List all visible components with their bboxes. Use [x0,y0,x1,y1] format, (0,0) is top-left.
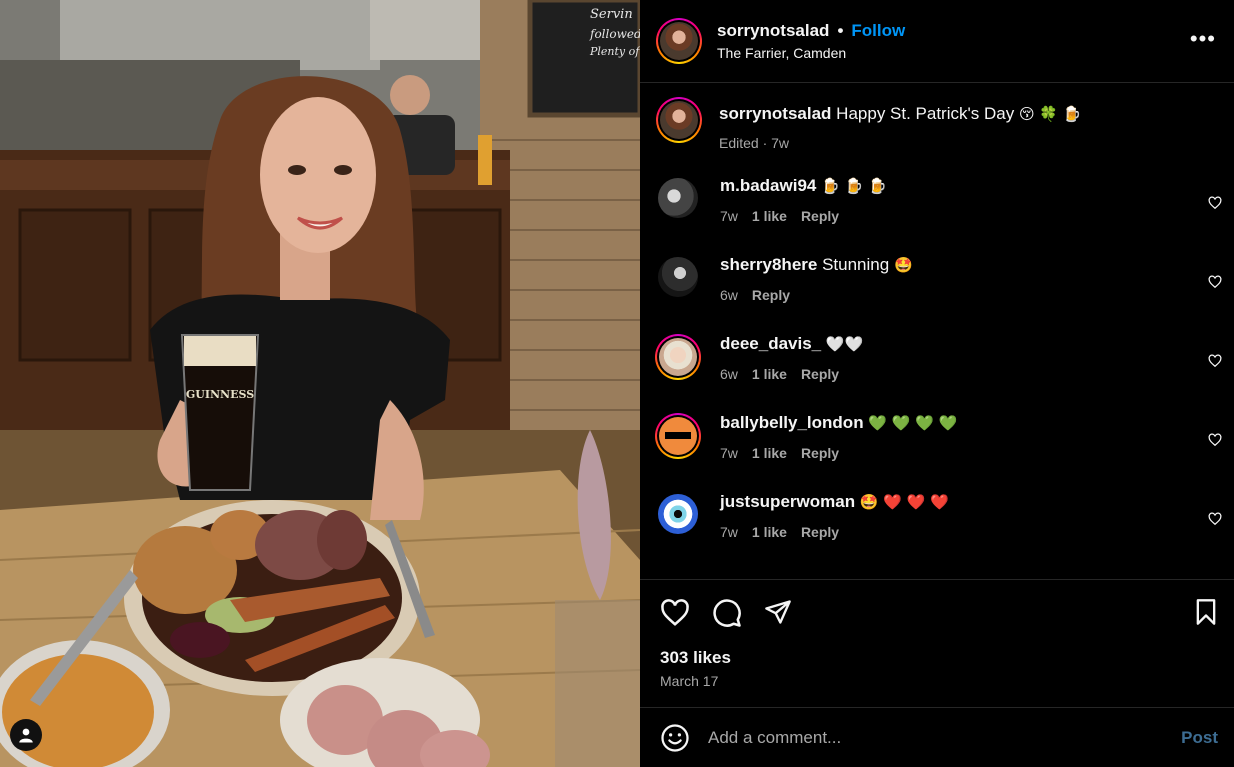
caption-emojis: 😚 🍀 🍺 [1018,105,1082,123]
comment-emojis: 💚 💚 💚 💚 [868,414,958,432]
comment-item: deee_davis_ 🤍🤍 6w 1 like Reply [640,320,1234,399]
comment-time: 6w [720,287,738,303]
comment-emojis: 🤩 [893,256,913,274]
comment-username[interactable]: deee_davis_ [720,334,821,353]
comment-likes[interactable]: 1 like [752,208,787,224]
like-comment-heart-icon[interactable] [1208,512,1222,526]
comment-likes[interactable]: 1 like [752,445,787,461]
reply-button[interactable]: Reply [752,287,790,303]
reply-button[interactable]: Reply [801,366,839,382]
save-bookmark-icon[interactable] [1192,598,1220,626]
caption-text: Happy St. Patrick's Day [836,104,1015,123]
comment-time: 7w [720,208,738,224]
caption-author-avatar[interactable] [656,97,702,143]
post-comment-button[interactable]: Post [1181,728,1218,748]
tagged-users-button[interactable] [10,719,42,751]
post-actions: 303 likes March 17 [640,579,1234,707]
post-header: sorrynotsalad • Follow The Farrier, Camd… [640,0,1234,83]
comment-likes[interactable]: 1 like [752,524,787,540]
follow-button[interactable]: Follow [851,21,905,41]
comment-username[interactable]: ballybelly_london [720,413,864,432]
caption-meta: Edited · 7w [719,135,790,151]
comment-emojis: 🍺 🍺 🍺 [821,177,887,195]
like-comment-heart-icon[interactable] [1208,196,1222,210]
author-username[interactable]: sorrynotsalad [717,21,829,41]
comments-list[interactable]: sorrynotsalad Happy St. Patrick's Day 😚 … [640,83,1234,579]
commenter-avatar[interactable] [655,413,701,459]
share-icon[interactable] [764,598,792,626]
comment-username[interactable]: m.badawi94 [720,176,816,195]
comment-likes[interactable]: 1 like [752,366,787,382]
reply-button[interactable]: Reply [801,524,839,540]
user-icon [19,728,33,743]
svg-text:GUINNESS: GUINNESS [186,388,254,401]
comment-item: ballybelly_london 💚 💚 💚 💚 7w 1 like Repl… [640,399,1234,478]
svg-text:followed By: followed By [589,27,640,41]
comment-time: 6w [720,366,738,382]
commenter-avatar[interactable] [658,178,698,218]
post-location[interactable]: The Farrier, Camden [717,45,905,61]
like-heart-icon[interactable] [660,598,690,628]
comment-composer: Post [640,707,1234,767]
comment-text: Stunning [822,255,890,274]
reply-button[interactable]: Reply [801,445,839,461]
like-comment-heart-icon[interactable] [1208,433,1222,447]
comment-item: sherry8here Stunning 🤩 6w Reply [640,241,1234,320]
comment-item: m.badawi94 🍺 🍺 🍺 7w 1 like Reply [640,162,1234,241]
emoji-picker-icon[interactable] [660,723,690,753]
comment-icon[interactable] [712,598,742,628]
photo-illustration: Servin followed By Plenty of Goo [0,0,640,767]
comment-emojis: 🤩 ❤️ ❤️ ❤️ [859,493,949,511]
comment-input[interactable] [708,727,1148,748]
svg-text:Servin: Servin [590,7,633,22]
caption-username[interactable]: sorrynotsalad [719,104,831,123]
comment-username[interactable]: justsuperwoman [720,492,855,511]
post-date: March 17 [660,673,719,689]
post-photo[interactable]: Servin followed By Plenty of Goo [0,0,640,767]
commenter-avatar[interactable] [658,494,698,534]
more-horizontal-icon[interactable]: ••• [1190,28,1216,50]
author-avatar[interactable] [656,18,702,64]
like-comment-heart-icon[interactable] [1208,275,1222,289]
commenter-avatar[interactable] [658,257,698,297]
commenter-avatar[interactable] [655,334,701,380]
comment-item: justsuperwoman 🤩 ❤️ ❤️ ❤️ 7w 1 like Repl… [640,478,1234,557]
like-comment-heart-icon[interactable] [1208,354,1222,368]
comment-username[interactable]: sherry8here [720,255,817,274]
svg-text:Plenty of Goo: Plenty of Goo [589,45,640,58]
separator-dot: • [837,21,844,40]
comment-time: 7w [720,445,738,461]
likes-count[interactable]: 303 likes [660,648,731,668]
comment-emojis: 🤍🤍 [825,335,864,353]
post-sidebar: sorrynotsalad • Follow The Farrier, Camd… [640,0,1234,767]
reply-button[interactable]: Reply [801,208,839,224]
comment-time: 7w [720,524,738,540]
post-caption: sorrynotsalad Happy St. Patrick's Day 😚 … [640,83,1234,162]
